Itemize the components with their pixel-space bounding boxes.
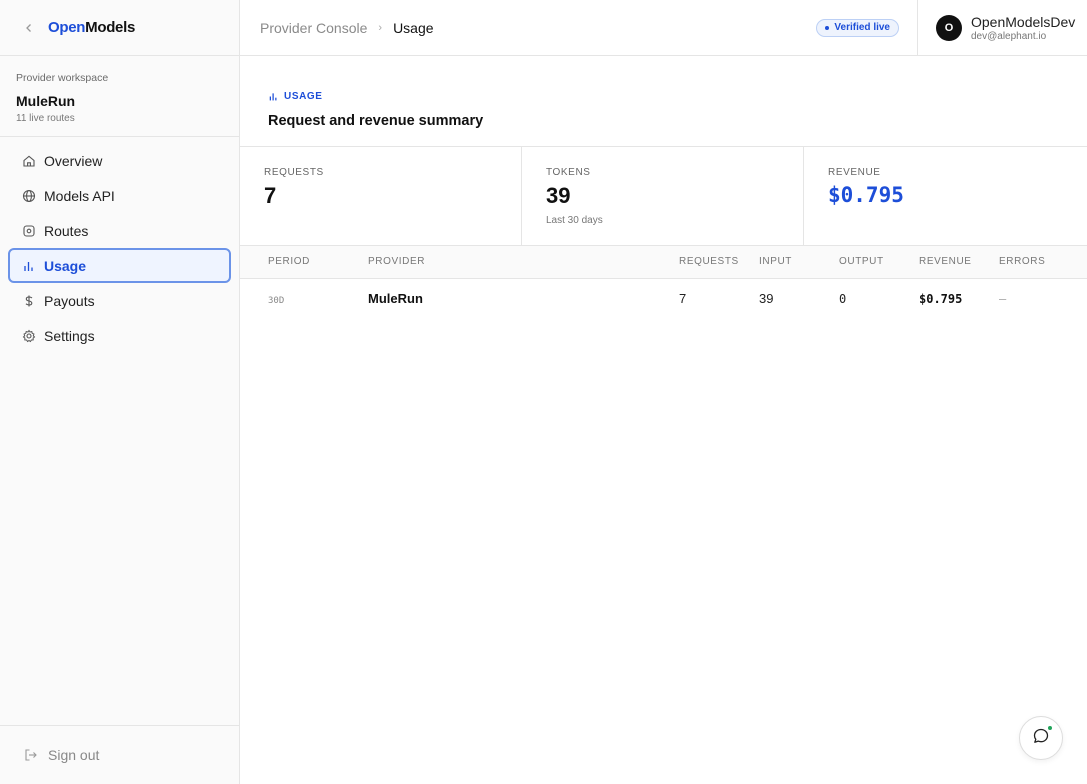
workspace-subtitle: 11 live routes (16, 113, 75, 124)
sidebar-item-label: Overview (44, 152, 103, 169)
stat-value: $0.795 (828, 183, 904, 207)
brand-bar: OpenModels (0, 0, 239, 56)
top-bar: Provider Console › Usage Verified live O… (240, 0, 1087, 56)
cell-period: 30D (268, 295, 285, 306)
sidebar-item-models-api[interactable]: Models API (8, 178, 231, 213)
cell-revenue: $0.795 (919, 291, 963, 306)
workspace-info: Provider workspace MuleRun 11 live route… (0, 56, 239, 137)
breadcrumb-current: Usage (393, 19, 434, 36)
stat-label: REVENUE (828, 167, 881, 178)
user-menu[interactable]: O OpenModelsDev dev@alephant.io (917, 0, 1087, 56)
stat-revenue: REVENUE $0.795 (804, 147, 1087, 245)
user-email: dev@alephant.io (971, 30, 1047, 42)
stat-tokens: TOKENS 39 Last 30 days (522, 147, 804, 245)
table-header-row: PERIOD PROVIDER REQUESTS INPUT OUTPUT RE… (240, 246, 1087, 278)
sidebar-nav: Overview Models API Routes Usage Payouts (0, 137, 239, 359)
stat-value: 39 (546, 183, 571, 208)
bar-chart-icon (22, 258, 44, 274)
chevron-right-icon: › (378, 21, 383, 34)
bar-chart-icon (268, 91, 284, 102)
routes-icon (22, 223, 44, 239)
column-header-period[interactable]: PERIOD (240, 246, 368, 278)
section-tag: USAGE (268, 91, 1059, 102)
column-header-requests[interactable]: REQUESTS (679, 246, 759, 278)
stat-requests: REQUESTS 7 (240, 147, 522, 245)
column-header-provider[interactable]: PROVIDER (368, 246, 679, 278)
sidebar-item-routes[interactable]: Routes (8, 213, 231, 248)
status-badge-label: Verified live (834, 22, 890, 33)
sidebar-item-label: Settings (44, 327, 95, 344)
sidebar: OpenModels Provider workspace MuleRun 11… (0, 0, 240, 784)
sign-out-label: Sign out (48, 747, 100, 763)
sidebar-item-label: Models API (44, 187, 115, 204)
chevron-left-icon[interactable] (24, 20, 48, 36)
home-icon (22, 153, 44, 169)
section-tag-label: USAGE (284, 91, 323, 102)
usage-table: PERIOD PROVIDER REQUESTS INPUT OUTPUT RE… (240, 246, 1087, 318)
stat-label: REQUESTS (264, 167, 324, 178)
online-indicator (1047, 725, 1053, 731)
logo[interactable]: OpenModels (48, 19, 135, 36)
page-title: Request and revenue summary (268, 113, 484, 129)
workspace-label: Provider workspace (16, 72, 109, 84)
cell-output: 0 (839, 291, 847, 306)
cell-errors: – (999, 290, 1007, 306)
breadcrumb: Provider Console › Usage (240, 20, 816, 36)
sidebar-item-label: Payouts (44, 292, 95, 309)
cell-provider: MuleRun (368, 290, 423, 306)
globe-icon (22, 188, 44, 204)
sidebar-item-usage[interactable]: Usage (8, 248, 231, 283)
sign-out-button[interactable]: Sign out (0, 725, 239, 784)
stat-note: Last 30 days (546, 215, 603, 226)
dollar-icon (22, 293, 44, 309)
sidebar-item-label: Routes (44, 222, 89, 239)
main-content: USAGE Request and revenue summary REQUES… (240, 56, 1087, 318)
cell-requests: 7 (679, 290, 687, 306)
column-header-revenue[interactable]: REVENUE (919, 246, 999, 278)
sidebar-item-label: Usage (44, 257, 87, 274)
status-dot-icon (825, 25, 830, 30)
gear-icon (22, 328, 44, 344)
column-header-input[interactable]: INPUT (759, 246, 839, 278)
user-name: OpenModelsDev (971, 13, 1076, 30)
status-badge: Verified live (816, 18, 899, 37)
avatar: O (936, 14, 962, 41)
column-header-errors[interactable]: ERRORS (999, 246, 1087, 278)
table-row[interactable]: 30D MuleRun 7 39 0 $0.795 – (240, 278, 1087, 318)
workspace-name: MuleRun (16, 93, 76, 109)
stats-row: REQUESTS 7 TOKENS 39 Last 30 days REVENU… (240, 147, 1087, 246)
breadcrumb-provider-console[interactable]: Provider Console (260, 20, 367, 36)
column-header-output[interactable]: OUTPUT (839, 246, 919, 278)
cell-input: 39 (759, 290, 774, 306)
section-header: USAGE Request and revenue summary (240, 56, 1087, 147)
stat-label: TOKENS (546, 167, 591, 178)
sidebar-item-payouts[interactable]: Payouts (8, 283, 231, 318)
sign-out-icon (24, 748, 48, 762)
stat-value: 7 (264, 183, 277, 208)
sidebar-item-overview[interactable]: Overview (8, 143, 231, 178)
chat-button[interactable] (1019, 716, 1063, 760)
sidebar-item-settings[interactable]: Settings (8, 318, 231, 353)
